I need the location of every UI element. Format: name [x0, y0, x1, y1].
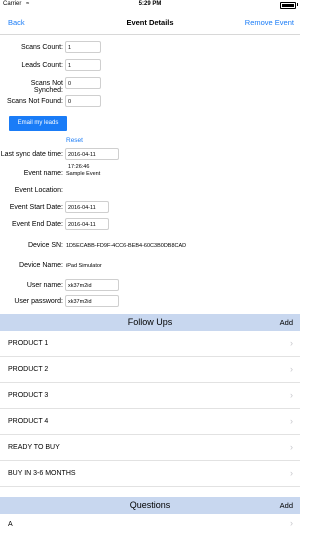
follow-up-item[interactable]: PRODUCT 4 ›	[0, 409, 300, 435]
event-location-label: Event Location:	[14, 187, 63, 194]
last-sync-label: Last sync date time:	[0, 151, 63, 158]
event-name-value: Sample Event	[66, 171, 101, 177]
scans-not-found-field[interactable]: 0	[65, 95, 101, 107]
navigation-bar: Back Event Details Remove Event	[0, 10, 300, 35]
leads-count-field[interactable]: 1	[65, 59, 101, 71]
email-leads-button[interactable]: Email my leads	[9, 116, 67, 131]
event-start-label: Event Start Date:	[9, 204, 63, 211]
battery-tip-icon	[297, 3, 298, 6]
battery-icon	[280, 2, 296, 9]
follow-up-item[interactable]: BUY IN 3-6 MONTHS ›	[0, 461, 300, 487]
follow-up-item[interactable]: READY TO BUY ›	[0, 435, 300, 461]
question-item-label: A	[8, 521, 13, 528]
leads-count-label: Leads Count:	[21, 62, 63, 69]
event-start-field[interactable]: 2016-04-11	[65, 201, 109, 213]
reset-button[interactable]: Reset	[66, 137, 83, 144]
status-time: 5:29 PM	[138, 1, 162, 7]
event-name-label: Event name:	[23, 170, 63, 177]
add-question-button[interactable]: Add	[280, 501, 293, 510]
user-name-label: User name:	[26, 282, 63, 289]
last-sync-field[interactable]: 2016-04-11 17:26:46	[65, 148, 119, 170]
event-end-field[interactable]: 2016-04-11	[65, 218, 109, 230]
chevron-right-icon: ›	[290, 416, 293, 426]
follow-up-item-label: PRODUCT 1	[8, 340, 49, 347]
event-end-label: Event End Date:	[12, 221, 63, 228]
follow-up-item[interactable]: PRODUCT 1 ›	[0, 331, 300, 357]
follow-up-item[interactable]: PRODUCT 3 ›	[0, 383, 300, 409]
chevron-right-icon: ›	[290, 390, 293, 400]
device-name-value: iPad Simulator	[66, 263, 102, 269]
follow-ups-header: Follow Ups Add	[0, 314, 300, 331]
add-follow-up-button[interactable]: Add	[280, 318, 293, 327]
chevron-right-icon: ›	[290, 338, 293, 348]
status-bar: Carrier ≈ 5:29 PM	[0, 0, 300, 10]
follow-up-item[interactable]: PRODUCT 2 ›	[0, 357, 300, 383]
questions-header: Questions Add	[0, 497, 300, 514]
follow-ups-title: Follow Ups	[127, 317, 173, 327]
scans-not-found-label: Scans Not Found:	[6, 98, 63, 105]
device-sn-value: 1D5ECABB-FD9F-4CC6-BEB4-60C3B0DB8CAD	[66, 243, 187, 249]
chevron-right-icon: ›	[290, 518, 293, 528]
questions-title: Questions	[129, 500, 171, 510]
follow-up-item-label: PRODUCT 3	[8, 392, 49, 399]
follow-up-item-label: BUY IN 3-6 MONTHS	[8, 470, 76, 477]
scans-count-label: Scans Count:	[20, 44, 63, 51]
follow-up-item-label: PRODUCT 2	[8, 366, 49, 373]
chevron-right-icon: ›	[290, 364, 293, 374]
user-password-label: User password:	[14, 298, 63, 305]
follow-up-item-label: READY TO BUY	[8, 444, 60, 451]
chevron-right-icon: ›	[290, 468, 293, 478]
follow-up-item-label: PRODUCT 4	[8, 418, 49, 425]
user-name-field[interactable]: xk37m2id	[65, 279, 119, 291]
chevron-right-icon: ›	[290, 442, 293, 452]
device-name-label: Device Name:	[19, 262, 63, 269]
remove-event-button[interactable]: Remove Event	[245, 18, 294, 27]
scans-count-field[interactable]: 1	[65, 41, 101, 53]
user-password-field[interactable]: xk37m2id	[65, 295, 119, 307]
scans-not-synched-field[interactable]: 0	[65, 77, 101, 89]
device-sn-label: Device SN:	[27, 242, 63, 249]
question-item[interactable]: A ›	[0, 514, 300, 533]
scans-not-synched-label: Scans Not Synched:	[30, 80, 63, 94]
